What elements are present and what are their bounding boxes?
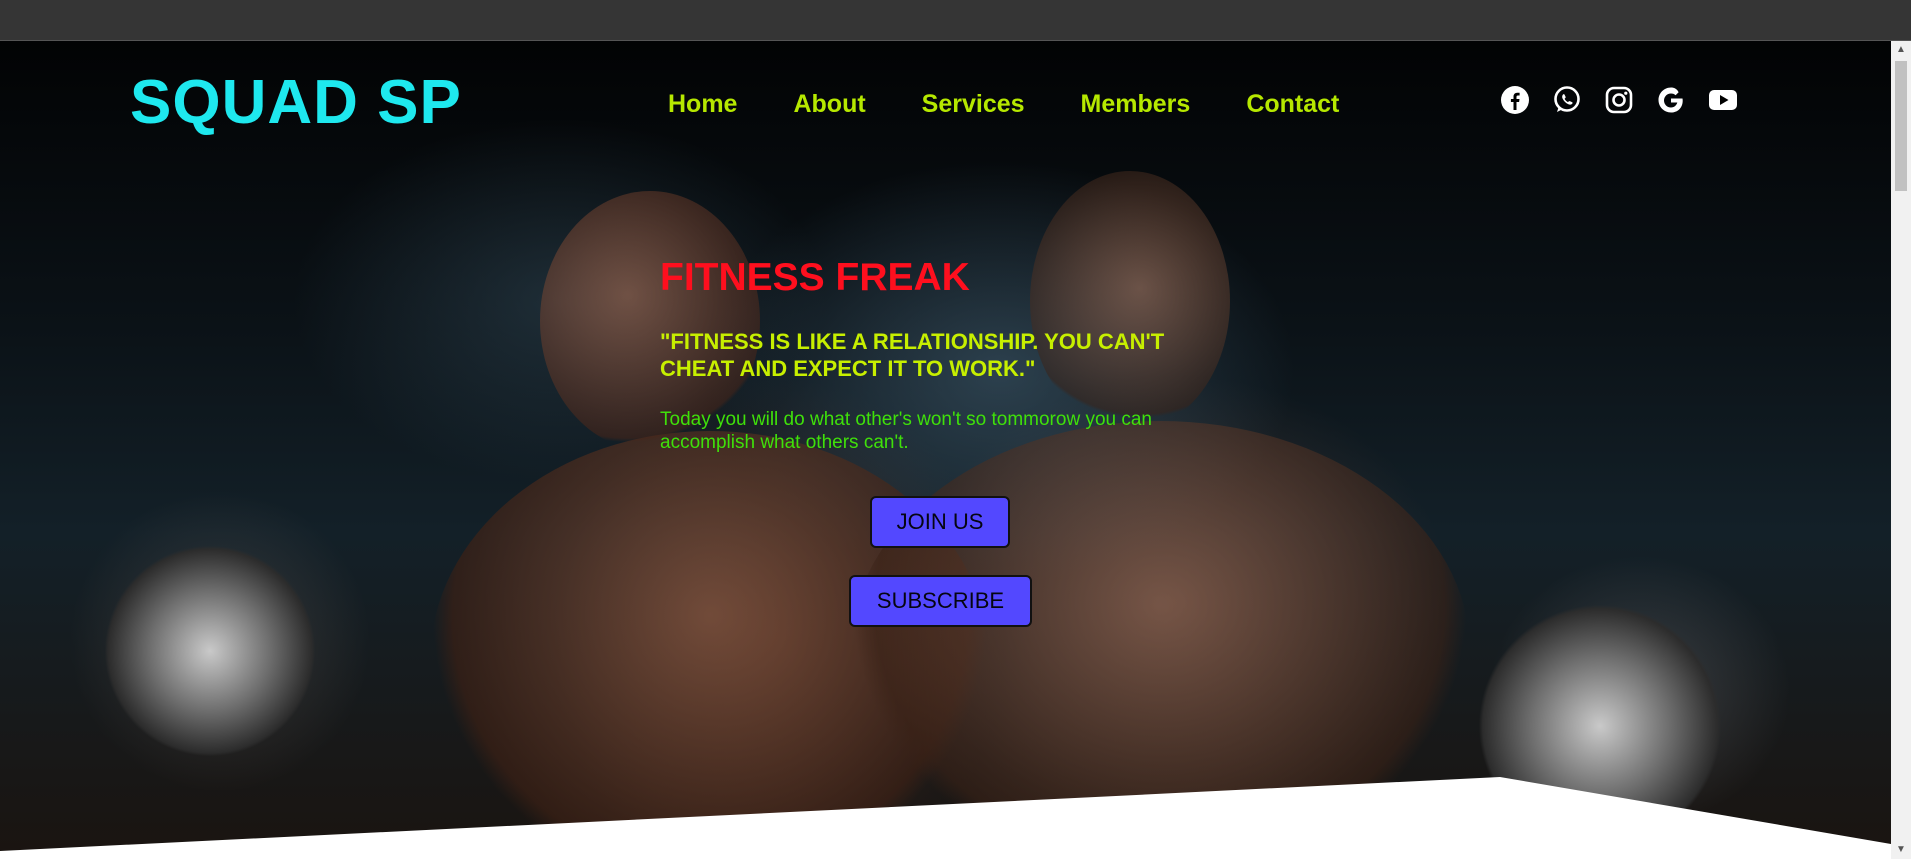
scrollbar-thumb[interactable] [1895,61,1907,191]
site-logo[interactable]: SQUAD SP [130,67,462,138]
google-icon[interactable] [1656,85,1686,115]
nav-members[interactable]: Members [1081,90,1191,119]
social-links [1500,85,1760,115]
hero-title: FITNESS FREAK [660,256,970,299]
browser-top-bar [0,0,1911,41]
facebook-icon[interactable] [1500,85,1530,115]
scroll-up-arrow-icon[interactable]: ▲ [1891,41,1911,59]
scroll-down-arrow-icon[interactable]: ▼ [1891,841,1911,859]
dumbbell-left-image [90,531,330,771]
nav-home[interactable]: Home [668,90,737,119]
nav-services[interactable]: Services [922,90,1025,119]
hero-subtitle: Today you will do what other's won't so … [660,409,1152,453]
whatsapp-icon[interactable] [1552,85,1582,115]
page-scrollbar[interactable]: ▲ ▼ [1891,41,1911,859]
hero-content: FITNESS FREAK "FITNESS IS LIKE A RELATIO… [660,256,1220,454]
youtube-icon[interactable] [1708,85,1738,115]
nav-contact[interactable]: Contact [1246,90,1339,119]
instagram-icon[interactable] [1604,85,1634,115]
section-divider [0,777,1891,859]
main-nav: Home About Services Members Contact [668,90,1395,119]
join-us-button[interactable]: JOIN US [870,496,1010,548]
page-viewport: SQUAD SP Home About Services Members Con… [0,41,1891,859]
site-header: SQUAD SP Home About Services Members Con… [0,41,1891,161]
hero-quote: "FITNESS IS LIKE A RELATIONSHIP. YOU CAN… [660,329,1165,381]
nav-about[interactable]: About [793,90,865,119]
subscribe-button[interactable]: SUBSCRIBE [849,575,1032,627]
